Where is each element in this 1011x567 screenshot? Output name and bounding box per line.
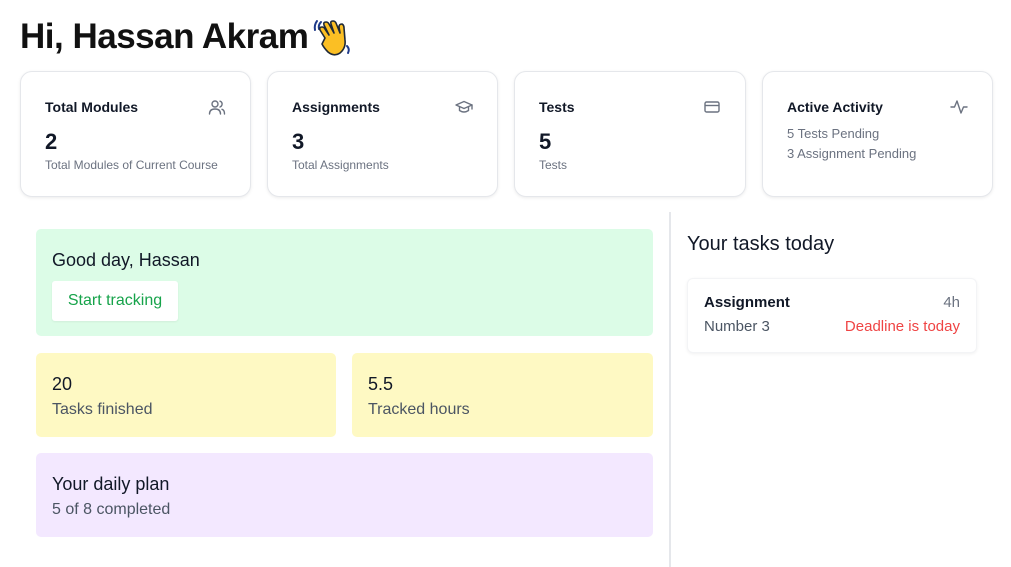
stat-card-total-modules: Total Modules 2 Total Modules of Current…	[20, 71, 251, 197]
welcome-panel: Good day, Hassan Start tracking	[36, 229, 653, 336]
daily-plan-progress: 5 of 8 completed	[52, 501, 171, 518]
daily-plan-panel: Your daily plan 5 of 8 completed	[36, 453, 653, 537]
stat-card-assignments: Assignments 3 Total Assignments	[267, 71, 498, 197]
tasks-finished-panel: 20 Tasks finished	[36, 353, 336, 437]
credit-card-icon	[703, 98, 721, 116]
tracked-hours-label: Tracked hours	[368, 401, 470, 418]
tasks-finished-label: Tasks finished	[52, 401, 153, 418]
task-title: Assignment	[704, 294, 790, 311]
task-subtitle: Number 3	[704, 318, 770, 335]
tasks-heading: Your tasks today	[687, 233, 835, 255]
stat-card-subtitle: Total Modules of Current Course	[45, 158, 218, 172]
stat-card-value: 2	[45, 129, 58, 154]
stat-card-title: Assignments	[292, 99, 380, 115]
tracked-hours-panel: 5.5 Tracked hours	[352, 353, 653, 437]
stat-card-subtitle: Total Assignments	[292, 158, 389, 172]
graduation-cap-icon	[455, 98, 473, 116]
stat-card-value: 3	[292, 129, 305, 154]
page-title: Hi, Hassan Akram	[20, 16, 354, 58]
task-duration: 4h	[943, 294, 960, 311]
stat-card-title: Active Activity	[787, 99, 883, 115]
users-icon	[208, 98, 226, 116]
greeting-text: Hi, Hassan Akram	[20, 17, 309, 56]
pending-tests-text: 5 Tests Pending	[787, 126, 880, 141]
tracked-hours-value: 5.5	[368, 374, 394, 394]
stat-card-subtitle: Tests	[539, 158, 568, 172]
waving-hand-icon	[312, 16, 354, 58]
stat-card-value: 5	[539, 129, 552, 154]
pending-assignments-text: 3 Assignment Pending	[787, 146, 917, 161]
stat-card-title: Total Modules	[45, 99, 139, 115]
activity-icon	[950, 98, 968, 116]
stat-card-active-activity: Active Activity 5 Tests Pending 3 Assign…	[762, 71, 993, 197]
tasks-finished-value: 20	[52, 374, 73, 394]
stat-card-title: Tests	[539, 99, 575, 115]
column-divider	[669, 212, 671, 567]
start-tracking-button[interactable]: Start tracking	[52, 281, 178, 321]
welcome-title: Good day, Hassan	[52, 250, 200, 270]
task-deadline: Deadline is today	[844, 318, 960, 335]
stat-card-tests: Tests 5 Tests	[514, 71, 746, 197]
daily-plan-title: Your daily plan	[52, 474, 170, 494]
task-card[interactable]: Assignment 4h Number 3 Deadline is today	[687, 278, 977, 353]
